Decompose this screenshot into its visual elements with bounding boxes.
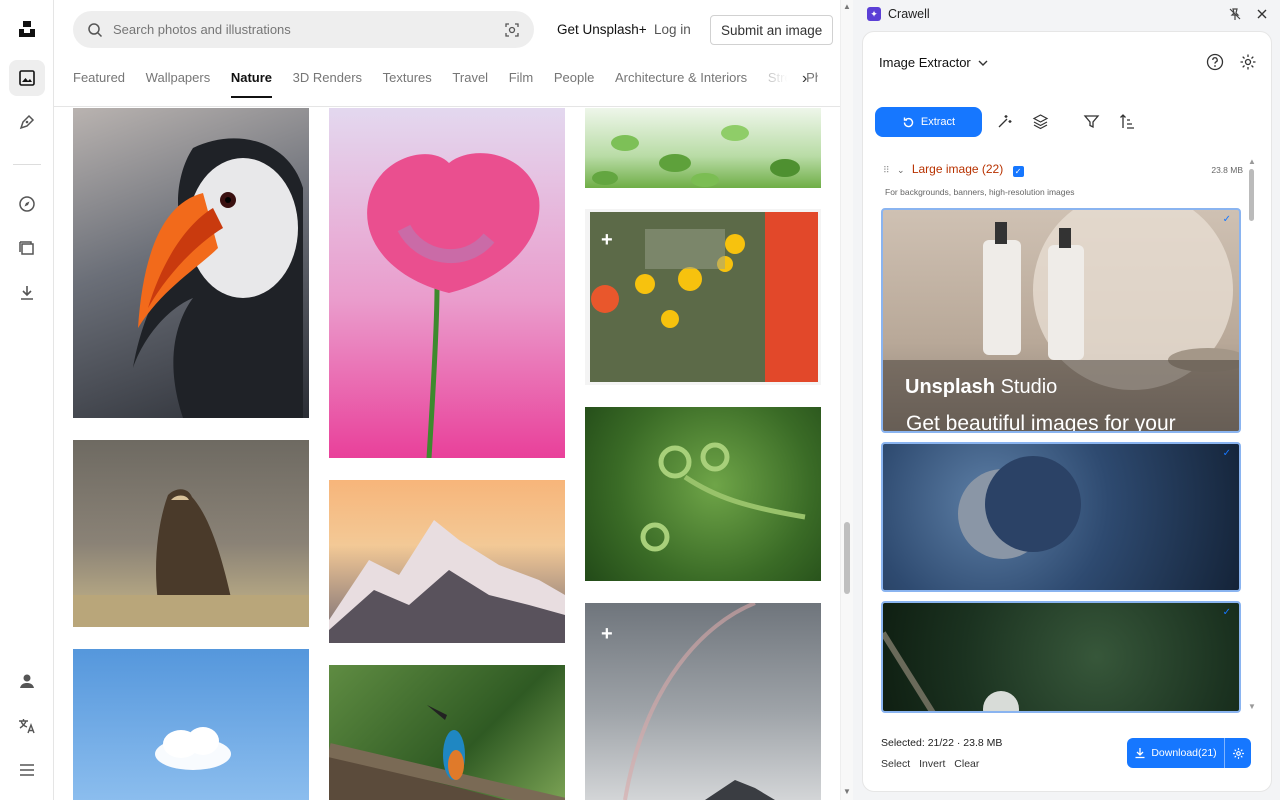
check-icon[interactable]: ✓ [1223, 448, 1231, 459]
rail-divider [13, 164, 41, 165]
close-icon[interactable] [1256, 7, 1268, 25]
chevron-right-icon[interactable]: › [802, 70, 807, 88]
rainbow-photo[interactable]: + [585, 603, 821, 800]
download-label: Download(21) [1151, 747, 1217, 759]
tab-textures[interactable]: Textures [383, 70, 432, 96]
invert-link[interactable]: Invert [919, 758, 945, 770]
tab-film[interactable]: Film [509, 70, 534, 96]
mountain-photo[interactable] [329, 480, 565, 643]
studio-word: Studio [1000, 376, 1058, 398]
leaves-photo[interactable] [585, 108, 821, 188]
visual-search-icon[interactable] [504, 22, 520, 38]
search-bar[interactable]: Search photos and illustrations [73, 11, 534, 48]
panel-scroll-down-icon[interactable]: ▼ [1248, 702, 1256, 711]
selection-footer: Selected: 21/22 · 23.8 MB Select Invert … [881, 737, 1002, 770]
download-icon [1135, 748, 1145, 759]
check-icon[interactable]: ✓ [1223, 607, 1231, 618]
panel-scrollbar-thumb[interactable] [1249, 169, 1254, 221]
unsplash-main: Search photos and illustrations Get Unsp… [54, 0, 840, 800]
header-divider [54, 106, 840, 107]
studio-logo: Unsplash Studio [905, 376, 1057, 399]
group-title: Large image (22) [911, 162, 1004, 176]
scrollbar-thumb[interactable] [844, 522, 850, 594]
illustrations-icon[interactable] [9, 104, 45, 140]
studio-brand: Unsplash [905, 376, 996, 398]
tab-wallpapers[interactable]: Wallpapers [146, 70, 211, 96]
submit-image-button[interactable]: Submit an image [710, 15, 834, 45]
scroll-down-icon[interactable]: ▼ [843, 787, 851, 796]
tab-nature[interactable]: Nature [230, 70, 273, 98]
page-scrollbar[interactable]: ▲ ▼ [840, 0, 853, 800]
flowers-photo[interactable]: + [585, 209, 821, 385]
image-thumbnail[interactable]: ✓ [881, 442, 1241, 592]
left-rail [0, 0, 54, 800]
check-icon[interactable]: ✓ [1223, 214, 1231, 225]
panel-scrollbar[interactable]: ▲ ▼ [1248, 157, 1256, 713]
unsplash-logo-icon[interactable] [9, 11, 45, 47]
collections-icon[interactable] [9, 230, 45, 266]
extract-label: Extract [920, 116, 956, 128]
unsplash-plus-icon: + [601, 229, 613, 251]
sort-icon[interactable] [1119, 113, 1136, 135]
studio-tagline: Get beautiful images for your [906, 412, 1176, 433]
select-link[interactable]: Select [881, 758, 910, 770]
image-thumbnail[interactable]: ✓ [881, 601, 1241, 713]
tab-people[interactable]: People [554, 70, 594, 96]
explore-icon[interactable] [9, 186, 45, 222]
scroll-up-icon[interactable]: ▲ [843, 2, 851, 11]
settings-gear-icon[interactable] [1239, 53, 1257, 76]
panel-scroll-up-icon[interactable]: ▲ [1248, 157, 1256, 166]
kingfisher-photo[interactable] [329, 665, 565, 800]
tool-name: Image Extractor [879, 55, 971, 70]
tab-travel[interactable]: Travel [452, 70, 488, 96]
puffin-photo[interactable] [73, 108, 309, 418]
unsplash-plus-icon: + [601, 623, 613, 645]
magic-sparkle-icon[interactable] [996, 113, 1013, 135]
chevron-down-icon [978, 60, 988, 66]
layers-icon[interactable] [1032, 113, 1049, 135]
category-nav: Featured Wallpapers Nature 3D Renders Te… [73, 70, 818, 106]
category-fade [744, 62, 806, 98]
crawell-panel: ✦ Crawell Image Extractor Extract ⠿ ⌄ La… [853, 0, 1280, 800]
pin-icon[interactable] [1228, 7, 1242, 26]
menu-icon[interactable] [9, 752, 45, 788]
crawell-logo-icon: ✦ [867, 7, 881, 21]
tab-architecture[interactable]: Architecture & Interiors [615, 70, 747, 96]
extractor-card: Image Extractor Extract ⠿ ⌄ Large image … [862, 31, 1272, 792]
group-header[interactable]: ⠿ ⌄ Large image (22) ✓ 23.8 MB [883, 162, 1243, 177]
extract-button[interactable]: Extract [875, 107, 982, 137]
photos-icon[interactable] [9, 60, 45, 96]
drag-handle-icon[interactable]: ⠿ [883, 165, 890, 175]
poppy-photo[interactable] [329, 108, 565, 458]
tool-selector[interactable]: Image Extractor [879, 55, 988, 70]
get-unsplash-plus-link[interactable]: Get Unsplash+ [557, 22, 647, 37]
tab-3d-renders[interactable]: 3D Renders [293, 70, 362, 96]
search-input[interactable]: Search photos and illustrations [113, 22, 504, 37]
user-icon[interactable] [9, 663, 45, 699]
image-thumbnail[interactable]: Unsplash Studio Get beautiful images for… [881, 208, 1241, 433]
selection-status: Selected: 21/22 · 23.8 MB [881, 737, 1003, 749]
cloud-photo[interactable] [73, 649, 309, 800]
group-size: 23.8 MB [1211, 165, 1243, 175]
filter-icon[interactable] [1083, 113, 1100, 135]
translate-icon[interactable] [9, 708, 45, 744]
download-icon[interactable] [9, 275, 45, 311]
refresh-icon [903, 117, 914, 127]
login-link[interactable]: Log in [654, 22, 691, 37]
tab-featured[interactable]: Featured [73, 70, 125, 96]
app-name: Crawell [888, 7, 930, 21]
clear-link[interactable]: Clear [954, 758, 979, 770]
search-icon [88, 22, 103, 37]
group-checkbox[interactable]: ✓ [1012, 166, 1024, 177]
collapse-chevron-icon[interactable]: ⌄ [897, 165, 905, 175]
panel-title: ✦ Crawell [867, 7, 930, 21]
eagle-photo[interactable] [73, 440, 309, 627]
download-button[interactable]: Download(21) [1127, 738, 1251, 768]
fern-photo[interactable] [585, 407, 821, 581]
help-icon[interactable] [1206, 53, 1224, 76]
group-description: For backgrounds, banners, high-resolutio… [885, 187, 1075, 197]
download-settings-icon[interactable] [1225, 747, 1251, 760]
